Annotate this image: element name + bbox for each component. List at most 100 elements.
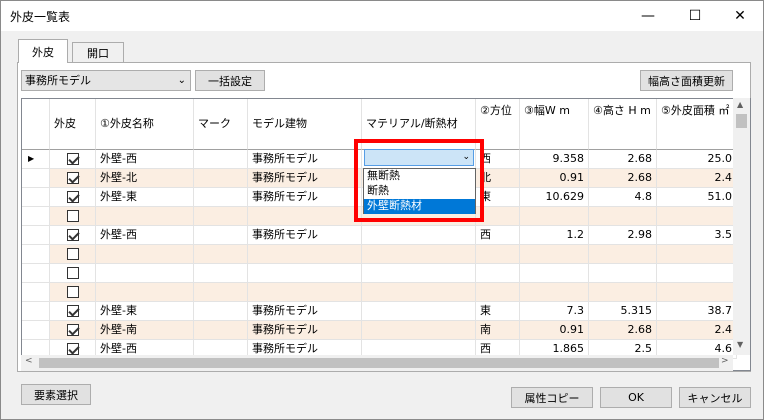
col-name-cell[interactable]: 外壁-西 xyxy=(96,226,194,245)
col-area-cell[interactable]: 3.5 xyxy=(657,226,737,245)
col-model-cell[interactable]: 事務所モデル xyxy=(248,302,362,321)
ok-button[interactable]: OK xyxy=(600,387,672,408)
checkbox[interactable] xyxy=(66,305,79,317)
col-name-cell[interactable]: 外壁-東 xyxy=(96,188,194,207)
horizontal-scrollbar[interactable]: < > xyxy=(21,355,733,371)
col-model-cell[interactable] xyxy=(248,283,362,302)
col-mark-cell[interactable] xyxy=(194,150,248,169)
checkbox[interactable] xyxy=(66,267,79,279)
col-model-cell[interactable] xyxy=(248,207,362,226)
col-height-cell[interactable] xyxy=(589,207,657,226)
row-header[interactable] xyxy=(22,321,50,340)
select-elements-button[interactable]: 要素選択 xyxy=(21,384,91,405)
row-checkbox-cell[interactable] xyxy=(50,207,96,226)
col-width-cell[interactable] xyxy=(520,245,589,264)
column-header-col-name[interactable]: ①外皮名称 xyxy=(96,99,194,150)
row-header[interactable] xyxy=(22,169,50,188)
row-header[interactable] xyxy=(22,245,50,264)
row-checkbox-cell[interactable] xyxy=(50,245,96,264)
col-model-cell[interactable] xyxy=(248,245,362,264)
scroll-down-icon[interactable]: ▼ xyxy=(737,340,743,349)
col-width-cell[interactable]: 7.3 xyxy=(520,302,589,321)
col-mark-cell[interactable] xyxy=(194,207,248,226)
checkbox[interactable] xyxy=(66,286,79,298)
col-width-cell[interactable]: 9.358 xyxy=(520,150,589,169)
column-header-col-width[interactable]: ③幅W m xyxy=(520,99,589,150)
bulk-setting-button[interactable]: 一括設定 xyxy=(195,70,265,91)
col-direction-cell[interactable]: 南 xyxy=(476,321,520,340)
scroll-right-icon[interactable]: > xyxy=(721,356,729,366)
row-header[interactable] xyxy=(22,264,50,283)
col-height-cell[interactable]: 4.8 xyxy=(589,188,657,207)
col-material-cell[interactable] xyxy=(362,283,476,302)
col-mark-cell[interactable] xyxy=(194,264,248,283)
col-name-cell[interactable]: 外壁-東 xyxy=(96,302,194,321)
vertical-scrollbar[interactable]: ▲ ▼ xyxy=(733,98,750,355)
col-height-cell[interactable]: 5.315 xyxy=(589,302,657,321)
checkbox[interactable] xyxy=(66,343,79,355)
col-material-cell[interactable] xyxy=(362,321,476,340)
row-header[interactable]: ▶ xyxy=(22,150,50,169)
row-header[interactable] xyxy=(22,207,50,226)
col-mark-cell[interactable] xyxy=(194,226,248,245)
col-material-cell[interactable] xyxy=(362,245,476,264)
col-area-cell[interactable]: 38.7 xyxy=(657,302,737,321)
col-material-cell[interactable] xyxy=(362,302,476,321)
col-width-cell[interactable]: 1.2 xyxy=(520,226,589,245)
col-area-cell[interactable] xyxy=(657,245,737,264)
col-width-cell[interactable]: 0.91 xyxy=(520,169,589,188)
col-height-cell[interactable] xyxy=(589,283,657,302)
col-height-cell[interactable]: 2.68 xyxy=(589,169,657,188)
row-checkbox-cell[interactable] xyxy=(50,321,96,340)
col-width-cell[interactable] xyxy=(520,264,589,283)
column-header-col-model[interactable]: モデル建物 xyxy=(248,99,362,150)
row-checkbox-cell[interactable] xyxy=(50,188,96,207)
close-button[interactable]: ✕ xyxy=(717,1,763,31)
col-name-cell[interactable]: 外壁-南 xyxy=(96,321,194,340)
col-mark-cell[interactable] xyxy=(194,302,248,321)
col-height-cell[interactable] xyxy=(589,245,657,264)
column-header-col-gaihi[interactable]: 外皮 xyxy=(50,99,96,150)
col-name-cell[interactable] xyxy=(96,245,194,264)
horizontal-scroll-thumb[interactable] xyxy=(39,358,719,368)
model-select[interactable]: 事務所モデル ⌄ xyxy=(21,70,191,91)
col-material-cell[interactable] xyxy=(362,264,476,283)
row-header[interactable] xyxy=(22,226,50,245)
row-checkbox-cell[interactable] xyxy=(50,150,96,169)
col-area-cell[interactable]: 25.0 xyxy=(657,150,737,169)
vertical-scroll-thumb[interactable] xyxy=(736,114,747,128)
column-header-col-mark[interactable]: マーク xyxy=(194,99,248,150)
col-height-cell[interactable] xyxy=(589,264,657,283)
cancel-button[interactable]: キャンセル xyxy=(679,387,751,408)
col-height-cell[interactable]: 2.68 xyxy=(589,321,657,340)
col-name-cell[interactable] xyxy=(96,264,194,283)
col-model-cell[interactable]: 事務所モデル xyxy=(248,188,362,207)
col-mark-cell[interactable] xyxy=(194,321,248,340)
row-header[interactable] xyxy=(22,188,50,207)
col-mark-cell[interactable] xyxy=(194,188,248,207)
tab-kaikou[interactable]: 開口 xyxy=(72,42,124,62)
col-direction-cell[interactable] xyxy=(476,283,520,302)
update-dimensions-button[interactable]: 幅高さ面積更新 xyxy=(640,70,733,91)
col-name-cell[interactable] xyxy=(96,207,194,226)
col-model-cell[interactable]: 事務所モデル xyxy=(248,226,362,245)
col-width-cell[interactable] xyxy=(520,207,589,226)
col-mark-cell[interactable] xyxy=(194,245,248,264)
checkbox[interactable] xyxy=(66,153,79,165)
checkbox[interactable] xyxy=(66,210,79,222)
col-material-cell[interactable] xyxy=(362,226,476,245)
checkbox[interactable] xyxy=(66,172,79,184)
row-checkbox-cell[interactable] xyxy=(50,302,96,321)
col-name-cell[interactable]: 外壁-北 xyxy=(96,169,194,188)
checkbox[interactable] xyxy=(66,248,79,260)
col-area-cell[interactable] xyxy=(657,207,737,226)
col-area-cell[interactable]: 51.0 xyxy=(657,188,737,207)
checkbox[interactable] xyxy=(66,229,79,241)
checkbox[interactable] xyxy=(66,324,79,336)
col-area-cell[interactable] xyxy=(657,264,737,283)
col-model-cell[interactable]: 事務所モデル xyxy=(248,169,362,188)
col-mark-cell[interactable] xyxy=(194,283,248,302)
copy-attributes-button[interactable]: 属性コピー xyxy=(511,387,593,408)
col-name-cell[interactable] xyxy=(96,283,194,302)
col-area-cell[interactable]: 2.4 xyxy=(657,169,737,188)
